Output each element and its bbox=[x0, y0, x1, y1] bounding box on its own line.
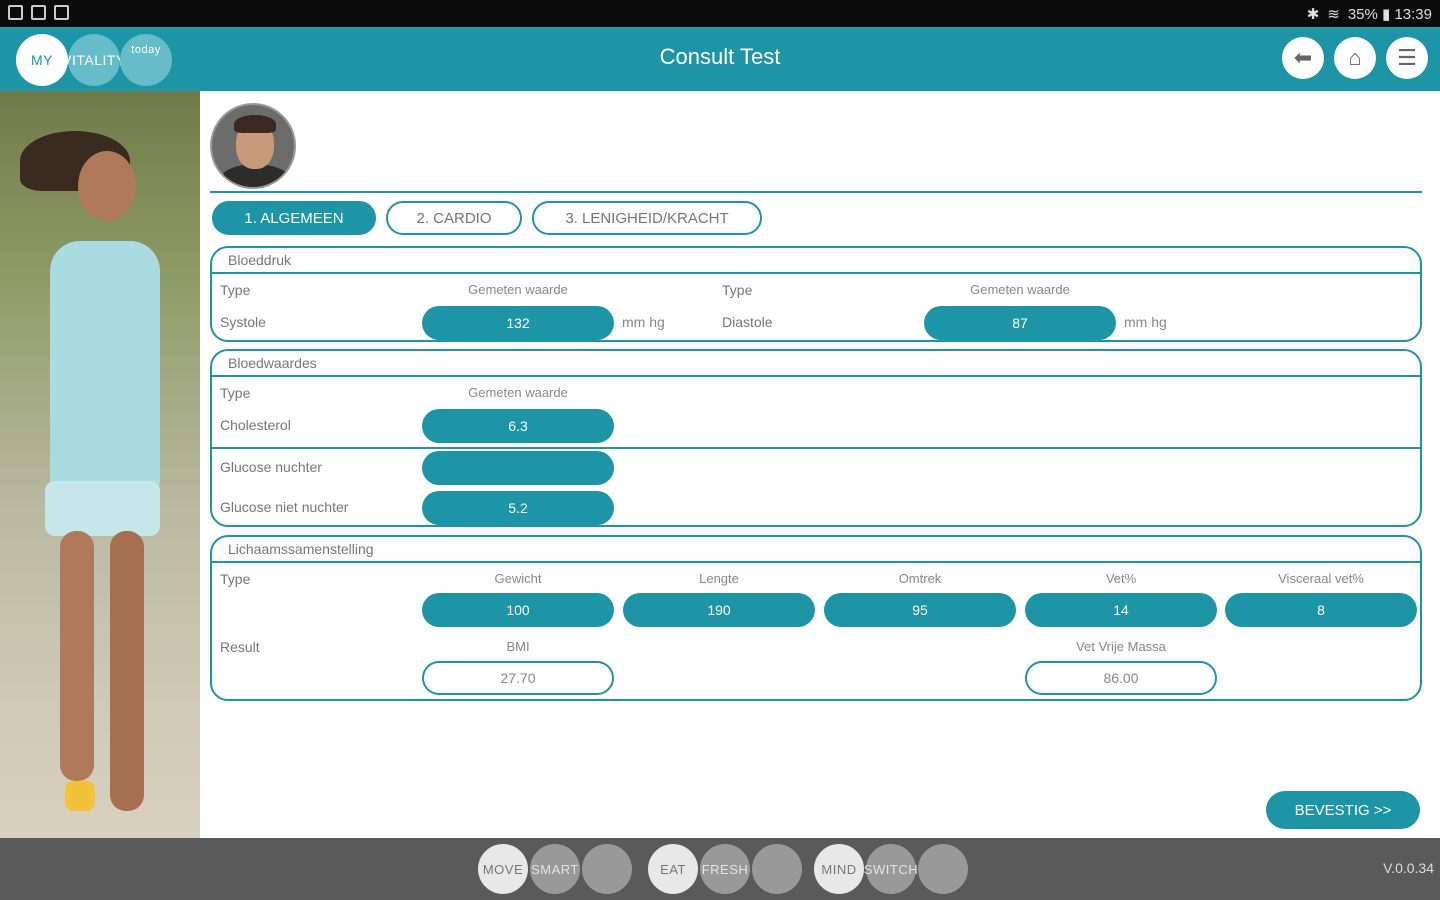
cholesterol-input[interactable]: 6.3 bbox=[422, 409, 614, 443]
app-header: MY VITALITY today Consult Test ⬅ ⌂ ☰ bbox=[0, 27, 1440, 91]
row-divider bbox=[212, 447, 1420, 449]
wifi-icon: ≋ bbox=[1327, 6, 1340, 23]
gewicht-input[interactable]: 100 bbox=[422, 593, 614, 627]
systole-unit: mm hg bbox=[622, 314, 665, 330]
footer-circle: EAT bbox=[648, 844, 698, 894]
vet-percent-header: Vet% bbox=[1105, 571, 1137, 586]
section-bloeddruk: Bloeddruk Type Gemeten waarde Type Gemet… bbox=[210, 246, 1422, 342]
glucose-niet-nuchter-input[interactable]: 5.2 bbox=[422, 491, 614, 525]
type-label: Type bbox=[220, 282, 251, 298]
bmi-value: 27.70 bbox=[422, 661, 614, 695]
confirm-button[interactable]: BEVESTIG >> bbox=[1266, 791, 1420, 829]
measured-label: Gemeten waarde bbox=[468, 282, 568, 297]
runner-photo bbox=[0, 91, 200, 838]
section-lichaamssamenstelling: Lichaamssamenstelling Type Gewicht Lengt… bbox=[210, 535, 1422, 701]
photo-top bbox=[50, 241, 160, 491]
type-label: Type bbox=[220, 571, 251, 587]
gallery-icon bbox=[8, 5, 23, 20]
image-icon bbox=[31, 5, 46, 20]
photo-shoe bbox=[65, 781, 95, 811]
gewicht-header: Gewicht bbox=[494, 571, 542, 586]
footer-circle: SMART bbox=[530, 844, 580, 894]
measured-label: Gemeten waarde bbox=[468, 385, 568, 400]
footer-circle: MIND bbox=[814, 844, 864, 894]
arrow-left-icon: ⬅ bbox=[1293, 45, 1313, 70]
avatar-hair bbox=[234, 115, 276, 133]
glucose-niet-nuchter-label: Glucose niet nuchter bbox=[220, 499, 349, 515]
diastole-input[interactable]: 87 bbox=[924, 306, 1116, 340]
diastole-label: Diastole bbox=[722, 314, 773, 330]
footer-circle: FRESH bbox=[700, 844, 750, 894]
type-label: Type bbox=[722, 282, 753, 298]
section-divider bbox=[212, 561, 1420, 563]
status-right: ✱ ≋ 35% ▮ 13:39 bbox=[1307, 5, 1432, 23]
photo-leg bbox=[60, 531, 94, 781]
type-label: Type bbox=[220, 385, 251, 401]
main-content: 1. ALGEMEEN 2. CARDIO 3. LENIGHEID/KRACH… bbox=[200, 91, 1440, 838]
tab-algemeen[interactable]: 1. ALGEMEEN bbox=[212, 201, 376, 235]
footer-circle: SWITCH bbox=[864, 844, 918, 894]
header-divider bbox=[210, 191, 1422, 193]
footer-bar: MOVE SMART EAT FRESH MIND SWITCH V.0.0.3… bbox=[0, 838, 1440, 900]
status-bar: ✱ ≋ 35% ▮ 13:39 bbox=[0, 0, 1440, 27]
avatar[interactable] bbox=[210, 103, 296, 189]
vet-vrije-massa-value: 86.00 bbox=[1025, 661, 1217, 695]
visceraal-vet-header: Visceraal vet% bbox=[1278, 571, 1364, 586]
notification-icons bbox=[8, 5, 69, 20]
vet-vrije-massa-label: Vet Vrije Massa bbox=[1076, 639, 1166, 654]
vet-percent-input[interactable]: 14 bbox=[1025, 593, 1217, 627]
section-divider bbox=[212, 272, 1420, 274]
bmi-label: BMI bbox=[506, 639, 530, 654]
home-button[interactable]: ⌂ bbox=[1334, 37, 1376, 79]
hamburger-icon: ☰ bbox=[1397, 45, 1417, 70]
photo-head bbox=[78, 151, 136, 221]
cholesterol-label: Cholesterol bbox=[220, 417, 291, 433]
section-divider bbox=[212, 375, 1420, 377]
section-title: Bloedwaardes bbox=[228, 355, 317, 371]
footer-circle bbox=[582, 844, 632, 894]
footer-circle bbox=[918, 844, 968, 894]
download-icon bbox=[54, 5, 69, 20]
move-smart-button[interactable]: MOVE SMART bbox=[478, 844, 638, 894]
systole-input[interactable]: 132 bbox=[422, 306, 614, 340]
result-label: Result bbox=[220, 639, 260, 655]
section-bloedwaardes: Bloedwaardes Type Gemeten waarde Cholest… bbox=[210, 349, 1422, 527]
home-icon: ⌂ bbox=[1348, 45, 1362, 70]
lengte-input[interactable]: 190 bbox=[623, 593, 815, 627]
measured-label: Gemeten waarde bbox=[970, 282, 1070, 297]
back-button[interactable]: ⬅ bbox=[1282, 37, 1324, 79]
menu-button[interactable]: ☰ bbox=[1386, 37, 1428, 79]
omtrek-input[interactable]: 95 bbox=[824, 593, 1016, 627]
systole-label: Systole bbox=[220, 314, 266, 330]
section-title: Bloeddruk bbox=[228, 252, 292, 268]
photo-leg bbox=[110, 531, 144, 811]
version-label: V.0.0.34 bbox=[1383, 860, 1434, 876]
footer-circle bbox=[752, 844, 802, 894]
photo-shorts bbox=[45, 481, 160, 536]
footer-circle: MOVE bbox=[478, 844, 528, 894]
tab-lenigheid-kracht[interactable]: 3. LENIGHEID/KRACHT bbox=[532, 201, 762, 235]
omtrek-header: Omtrek bbox=[898, 571, 942, 586]
visceraal-vet-input[interactable]: 8 bbox=[1225, 593, 1417, 627]
status-text: 35% ▮ 13:39 bbox=[1347, 6, 1432, 23]
section-title: Lichaamssamenstelling bbox=[228, 541, 374, 557]
diastole-unit: mm hg bbox=[1124, 314, 1167, 330]
eat-fresh-button[interactable]: EAT FRESH bbox=[648, 844, 808, 894]
mind-switch-button[interactable]: MIND SWITCH bbox=[814, 844, 974, 894]
lengte-header: Lengte bbox=[699, 571, 739, 586]
glucose-nuchter-input[interactable] bbox=[422, 451, 614, 485]
tab-cardio[interactable]: 2. CARDIO bbox=[386, 201, 522, 235]
page-title: Consult Test bbox=[659, 44, 781, 69]
glucose-nuchter-label: Glucose nuchter bbox=[220, 459, 322, 475]
bluetooth-icon: ✱ bbox=[1306, 6, 1320, 23]
